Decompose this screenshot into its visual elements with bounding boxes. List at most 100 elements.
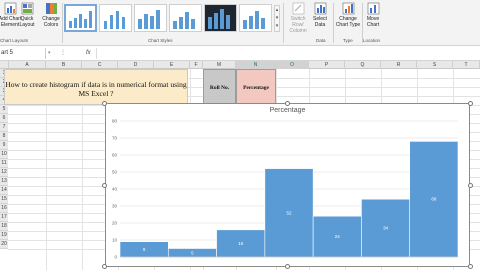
select-data-icon <box>314 2 326 15</box>
row-header-5[interactable]: 5 <box>0 105 8 114</box>
resize-handle[interactable] <box>102 101 107 106</box>
change-colors-button[interactable]: Change Colors <box>40 2 62 28</box>
chart-style-6[interactable] <box>239 4 272 32</box>
merged-title-cell[interactable]: How to create histogram if data is in nu… <box>4 69 188 105</box>
row-header-15[interactable]: 15 <box>0 195 8 204</box>
y-tick-label: 50 <box>112 170 118 175</box>
column-header-d[interactable]: D <box>118 61 154 69</box>
formula-input[interactable] <box>96 48 479 59</box>
move-chart-button[interactable]: Move Chart <box>364 2 382 28</box>
chart-style-4[interactable] <box>169 4 202 32</box>
row-header-8[interactable]: 8 <box>0 132 8 141</box>
y-tick-label: 60 <box>112 153 118 158</box>
percentage-header-cell[interactable]: Percentage <box>236 69 276 105</box>
chart-style-5[interactable] <box>204 4 237 32</box>
row-header-7[interactable]: 7 <box>0 123 8 132</box>
column-header-q[interactable]: Q <box>345 61 381 69</box>
resize-handle[interactable] <box>468 264 473 269</box>
column-headers: ABCDEFMNOPQRST <box>0 61 480 69</box>
add-chart-element-icon <box>4 2 16 15</box>
column-header-p[interactable]: P <box>309 61 345 69</box>
switch-row-column-icon <box>292 2 304 15</box>
chart-style-2[interactable] <box>99 4 132 32</box>
row-header-17[interactable]: 17 <box>0 213 8 222</box>
chart-style-1[interactable] <box>64 4 97 32</box>
column-header-a[interactable]: A <box>9 61 46 69</box>
change-colors-label: Change Colors <box>42 16 60 28</box>
chart-style-2-preview <box>104 11 125 29</box>
row-header-12[interactable]: 12 <box>0 168 8 177</box>
switch-row-column-button[interactable]: Switch Row/ Column <box>285 2 311 34</box>
chart-area[interactable]: Percentage 0 10 20 30 40 50 60 70 80 9 5 16 52 24 34 68 <box>105 103 470 267</box>
y-tick-label: 80 <box>112 119 118 124</box>
chart-style-6-preview <box>243 11 265 29</box>
row-header-20[interactable]: 20 <box>0 240 8 249</box>
quick-layout-icon <box>21 2 33 15</box>
bar-data-label: 16 <box>238 241 244 246</box>
resize-handle[interactable] <box>102 183 107 188</box>
y-tick-label: 0 <box>114 255 117 260</box>
formula-bar: art 5 ▾ ⋮ fx <box>0 46 480 61</box>
data-group-label: Data <box>316 38 326 43</box>
change-chart-type-icon <box>342 2 354 15</box>
location-group-label: Location <box>363 38 381 43</box>
column-header-b[interactable]: B <box>46 61 82 69</box>
y-tick-label: 30 <box>112 204 118 209</box>
separator <box>283 3 284 43</box>
select-data-label: Select Data <box>313 16 327 28</box>
name-box[interactable]: art 5 <box>0 48 46 59</box>
change-chart-type-label: Change Chart Type <box>335 16 361 28</box>
chart-style-4-preview <box>173 12 195 29</box>
chart-layouts-group-label: Chart Layouts <box>0 38 29 43</box>
resize-handle[interactable] <box>285 264 290 269</box>
column-header-f[interactable]: F <box>190 61 203 69</box>
row-header-9[interactable]: 9 <box>0 141 8 150</box>
move-chart-icon <box>367 2 379 15</box>
y-tick-label: 40 <box>112 187 118 192</box>
quick-layout-label: Quick Layout <box>19 16 35 28</box>
separator <box>333 3 334 43</box>
switch-row-column-label: Switch Row/ Column <box>289 16 307 34</box>
change-colors-icon <box>45 3 57 14</box>
select-data-button[interactable]: Select Data <box>310 2 330 28</box>
separator <box>62 3 63 43</box>
chart-styles-scroll[interactable]: ▴ ▾ ▾ <box>274 5 280 32</box>
column-header-s[interactable]: S <box>417 61 453 69</box>
column-header-n[interactable]: N <box>236 61 276 69</box>
fx-icon[interactable]: fx <box>86 48 91 59</box>
chart-style-1-preview <box>69 11 92 28</box>
column-header-e[interactable]: E <box>154 61 190 69</box>
row-header-10[interactable]: 10 <box>0 150 8 159</box>
row-header-16[interactable]: 16 <box>0 204 8 213</box>
column-header-t[interactable]: T <box>453 61 480 69</box>
chart-style-5-preview <box>208 9 230 29</box>
column-header-m[interactable]: M <box>203 61 236 69</box>
resize-handle[interactable] <box>468 101 473 106</box>
column-header-c[interactable]: C <box>82 61 118 69</box>
resize-handle[interactable] <box>102 264 107 269</box>
y-tick-label: 70 <box>112 136 118 141</box>
separator <box>362 3 363 43</box>
select-all-corner[interactable] <box>0 61 9 69</box>
roll-no-header-cell[interactable]: Roll No. <box>203 69 236 105</box>
chart-plot: 01020304050607080951652243468 <box>112 119 459 260</box>
formula-bar-more-icon[interactable]: ⋮ <box>60 48 66 59</box>
row-header-19[interactable]: 19 <box>0 231 8 240</box>
chart-style-3-preview <box>138 10 160 29</box>
change-chart-type-button[interactable]: Change Chart Type <box>335 2 361 28</box>
ribbon: Add Chart Element Quick Layout Change Co… <box>0 0 480 46</box>
chart-style-3[interactable] <box>134 4 167 32</box>
name-box-dropdown-icon[interactable]: ▾ <box>48 48 51 59</box>
column-header-o[interactable]: O <box>276 61 309 69</box>
row-header-6[interactable]: 6 <box>0 114 8 123</box>
row-header-18[interactable]: 18 <box>0 222 8 231</box>
bar-data-label: 52 <box>286 210 292 215</box>
quick-layout-button[interactable]: Quick Layout <box>17 2 37 28</box>
row-header-11[interactable]: 11 <box>0 159 8 168</box>
resize-handle[interactable] <box>285 101 290 106</box>
y-tick-label: 20 <box>112 221 118 226</box>
resize-handle[interactable] <box>468 183 473 188</box>
row-header-13[interactable]: 13 <box>0 177 8 186</box>
row-header-14[interactable]: 14 <box>0 186 8 195</box>
column-header-r[interactable]: R <box>381 61 417 69</box>
